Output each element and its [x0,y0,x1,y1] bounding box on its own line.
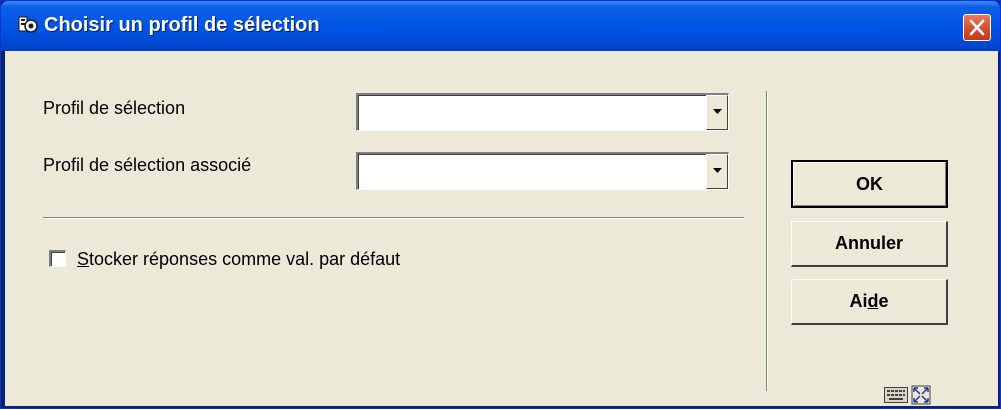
dialog-body: Profil de sélection Profil de sélection … [5,51,998,406]
help-label-mnemonic: d [867,291,879,311]
resize-icon[interactable] [911,385,931,410]
help-label-before: Ai [849,291,868,311]
close-button[interactable] [963,14,991,41]
chevron-down-icon [713,168,722,173]
store-defaults-checkbox[interactable] [49,250,66,267]
title-bar[interactable]: Choisir un profil de sélection [1,1,1000,51]
dialog-window: Choisir un profil de sélection Profil de… [0,0,1001,409]
chevron-down-icon [713,109,722,114]
close-icon [969,19,985,36]
help-button-label: Aide [849,280,888,323]
window-title: Choisir un profil de sélection [44,14,320,36]
cancel-button-label: Annuler [834,233,903,253]
keyboard-icon[interactable] [884,387,908,408]
store-defaults-mnemonic: S [77,249,90,269]
app-icon [18,15,38,35]
ok-button-label: OK [856,174,883,194]
vertical-divider [766,91,768,391]
associated-profile-dropdown-button[interactable] [706,154,728,189]
selection-profile-label: Profil de sélection [43,98,186,118]
store-defaults-label-text: tocker réponses comme val. par défaut [89,249,401,269]
selection-profile-dropdown[interactable] [356,93,729,131]
horizontal-divider [43,217,744,219]
cancel-button[interactable]: Annuler [791,221,948,267]
ok-button[interactable]: OK [791,160,948,208]
selection-profile-dropdown-button[interactable] [706,95,728,130]
store-defaults-label[interactable]: Stocker réponses comme val. par défaut [77,248,400,270]
help-label-after: e [878,291,889,311]
associated-profile-dropdown[interactable] [356,152,729,190]
help-button[interactable]: Aide [791,279,948,325]
associated-profile-label: Profil de sélection associé [43,155,252,175]
